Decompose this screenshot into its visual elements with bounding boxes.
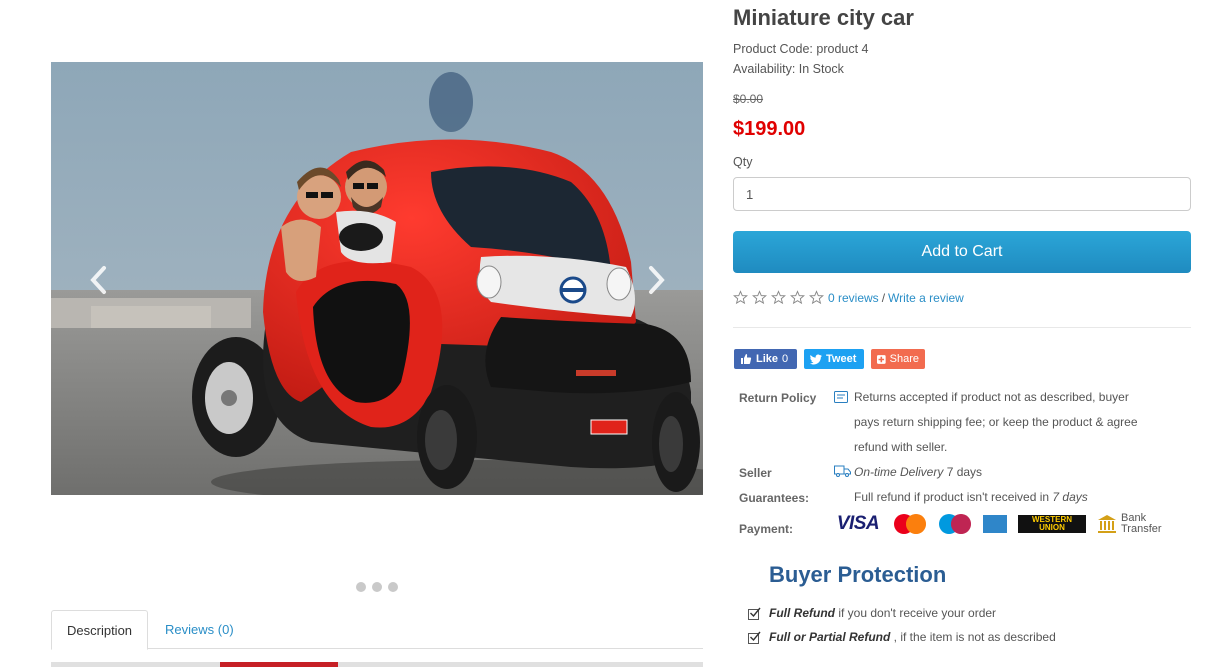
star-empty-icon[interactable] (771, 290, 786, 305)
carousel-prev-icon[interactable] (84, 262, 114, 298)
partial-refund-text: , if the item is not as described (890, 630, 1056, 644)
bank-label-2: Transfer (1121, 523, 1162, 535)
guarantee-days: 7 days (1052, 490, 1088, 504)
old-price: $0.00 (733, 92, 764, 106)
payment-methods: VISA WESTERN UNION Bank Transfer (834, 513, 1162, 535)
like-label: Like (756, 353, 779, 365)
plus-square-icon (877, 354, 886, 364)
product-availability: Availability: In Stock (733, 62, 844, 76)
car-photo (51, 62, 703, 495)
price: $199.00 (733, 118, 806, 140)
checkbox-checked-icon (748, 631, 761, 644)
reviews-link[interactable]: 0 reviews (828, 291, 879, 305)
delivery-truck-icon (834, 465, 851, 477)
divider (733, 327, 1191, 328)
full-refund-bold: Full Refund (769, 606, 835, 620)
return-policy-line1: Returns accepted if product not as descr… (854, 390, 1129, 404)
return-policy-line2: pays return shipping fee; or keep the pr… (854, 415, 1138, 429)
product-tabs: Description Reviews (0) (51, 610, 703, 650)
thumbs-up-icon (741, 354, 752, 364)
guarantees-label: Guarantees: (739, 491, 810, 505)
like-count: 0 (782, 353, 789, 365)
facebook-like-button[interactable]: Like 0 (734, 349, 797, 369)
tab-reviews[interactable]: Reviews (0) (148, 610, 248, 649)
guarantee-text: Full refund if product isn't received in (854, 490, 1053, 504)
tab-content-preview (51, 662, 703, 667)
western-union-text-2: UNION (1039, 523, 1065, 532)
delivery-info: On-time Delivery 7 days (854, 465, 982, 479)
rating: 0 reviews / Write a review (733, 290, 964, 305)
share-label: Share (889, 353, 919, 365)
mastercard-logo (894, 514, 926, 534)
add-to-cart-button[interactable]: Add to Cart (733, 231, 1191, 273)
tab-description[interactable]: Description (51, 610, 149, 650)
return-icon (834, 391, 848, 403)
bank-icon (1098, 515, 1116, 533)
qty-input[interactable] (733, 177, 1191, 211)
star-empty-icon[interactable] (790, 290, 805, 305)
carousel-dot[interactable] (356, 582, 366, 592)
buyer-protection-item: Full or Partial Refund , if the item is … (748, 630, 1056, 644)
full-refund-text: if you don't receive your order (835, 606, 997, 620)
buyer-protection-title: Buyer Protection (769, 562, 947, 587)
product-code: Product Code: product 4 (733, 42, 869, 56)
western-union-logo: WESTERN UNION (1018, 515, 1086, 533)
star-empty-icon[interactable] (752, 290, 767, 305)
carousel-next-icon[interactable] (641, 262, 671, 298)
star-empty-icon[interactable] (809, 290, 824, 305)
tweet-button[interactable]: Tweet (804, 349, 864, 369)
guarantee-info: Full refund if product isn't received in… (854, 490, 1088, 504)
bank-transfer: Bank Transfer (1097, 513, 1162, 535)
tweet-label: Tweet (826, 353, 857, 365)
delivery-days: 7 days (943, 465, 983, 479)
return-policy-label: Return Policy (739, 391, 817, 405)
rating-separator: / (881, 290, 886, 305)
buyer-protection-item: Full Refund if you don't receive your or… (748, 606, 996, 620)
carousel-dot[interactable] (372, 582, 382, 592)
carousel-pagination (356, 582, 398, 592)
seller-label: Seller (739, 466, 772, 480)
product-title: Miniature city car (733, 5, 914, 30)
carousel-dot[interactable] (388, 582, 398, 592)
partial-refund-bold: Full or Partial Refund (769, 630, 891, 644)
twitter-bird-icon (810, 354, 822, 364)
maestro-logo (939, 514, 971, 534)
delivery-italic: On-time Delivery (854, 465, 944, 479)
share-buttons: Like 0 Tweet Share (734, 349, 925, 369)
visa-logo: VISA (836, 513, 880, 534)
share-button[interactable]: Share (871, 349, 925, 369)
return-policy-line3: refund with seller. (854, 440, 948, 454)
star-empty-icon[interactable] (733, 290, 748, 305)
payment-label: Payment: (739, 522, 794, 536)
qty-label: Qty (733, 155, 753, 169)
amex-logo (983, 515, 1007, 533)
checkbox-checked-icon (748, 607, 761, 620)
product-image[interactable] (51, 62, 703, 495)
write-review-link[interactable]: Write a review (888, 291, 964, 305)
